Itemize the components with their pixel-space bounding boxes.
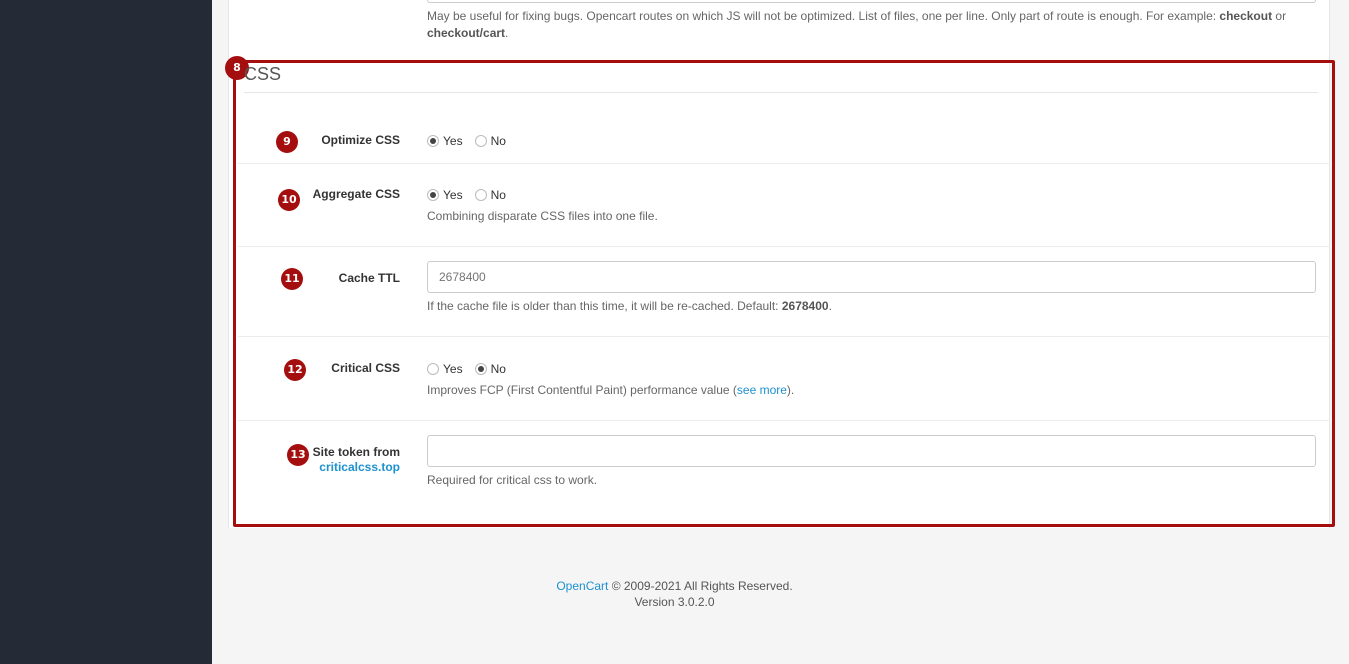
aggregate-css-no-option[interactable]: No — [474, 188, 506, 202]
optimize-css-yes-label: Yes — [443, 134, 463, 148]
opencart-link[interactable]: OpenCart — [556, 579, 608, 593]
optimize-css-label: Optimize CSS — [321, 133, 400, 147]
footer-copyright: OpenCart © 2009-2021 All Rights Reserved… — [556, 579, 793, 593]
aggregate-css-yes-radio[interactable] — [427, 189, 439, 201]
critical-css-no-option[interactable]: No — [474, 362, 506, 376]
site-token-badge: 13 — [287, 444, 309, 466]
aggregate-css-no-label: No — [490, 188, 506, 202]
css-section-legend: CSS — [244, 64, 282, 84]
critical-css-yes-label: Yes — [443, 362, 463, 376]
optimize-css-radio-group: Yes No — [427, 134, 518, 148]
optimize-css-badge: 9 — [276, 131, 298, 153]
critical-css-yes-option[interactable]: Yes — [427, 362, 463, 376]
cache-ttl-badge: 11 — [281, 268, 303, 290]
excluded-routes-textarea[interactable] — [427, 0, 1316, 3]
row-divider — [238, 246, 1330, 247]
footer-version: Version 3.0.2.0 — [634, 595, 715, 609]
cache-ttl-help: If the cache file is older than this tim… — [427, 299, 832, 313]
footer: OpenCart © 2009-2021 All Rights Reserved… — [212, 578, 1137, 610]
row-divider — [238, 420, 1330, 421]
row-divider — [238, 336, 1330, 337]
critical-css-label: Critical CSS — [331, 361, 400, 375]
see-more-link[interactable]: see more — [737, 383, 787, 397]
critical-css-yes-radio[interactable] — [427, 363, 439, 375]
aggregate-css-no-radio[interactable] — [474, 189, 487, 201]
cache-ttl-input[interactable] — [427, 261, 1316, 293]
aggregate-css-label: Aggregate CSS — [312, 187, 400, 201]
critical-css-no-radio[interactable] — [474, 363, 487, 375]
excluded-routes-help: May be useful for fixing bugs. Opencart … — [427, 9, 1287, 40]
aggregate-css-yes-label: Yes — [443, 188, 463, 202]
aggregate-css-radio-group: Yes No — [427, 188, 518, 202]
site-token-label: Site token from criticalcss.top — [313, 445, 400, 475]
site-token-label-text: Site token from — [312, 445, 400, 459]
critical-css-no-label: No — [490, 362, 506, 376]
optimize-css-no-label: No — [490, 134, 506, 148]
optimize-css-no-radio[interactable] — [474, 135, 487, 147]
legend-divider — [244, 92, 1318, 93]
sidebar — [0, 0, 212, 664]
cache-ttl-label: Cache TTL — [338, 271, 400, 285]
critical-css-radio-group: Yes No — [427, 362, 518, 376]
aggregate-css-badge: 10 — [278, 189, 300, 211]
critical-css-help: Improves FCP (First Contentful Paint) pe… — [427, 383, 795, 397]
optimize-css-no-option[interactable]: No — [474, 134, 506, 148]
site-token-input[interactable] — [427, 435, 1316, 467]
optimize-css-yes-option[interactable]: Yes — [427, 134, 463, 148]
aggregate-css-help: Combining disparate CSS files into one f… — [427, 209, 658, 223]
aggregate-css-yes-option[interactable]: Yes — [427, 188, 463, 202]
optimize-css-yes-radio[interactable] — [427, 135, 439, 147]
row-divider — [238, 163, 1330, 164]
critical-css-badge: 12 — [284, 359, 306, 381]
criticalcss-link[interactable]: criticalcss.top — [319, 460, 400, 474]
site-token-help: Required for critical css to work. — [427, 473, 598, 487]
